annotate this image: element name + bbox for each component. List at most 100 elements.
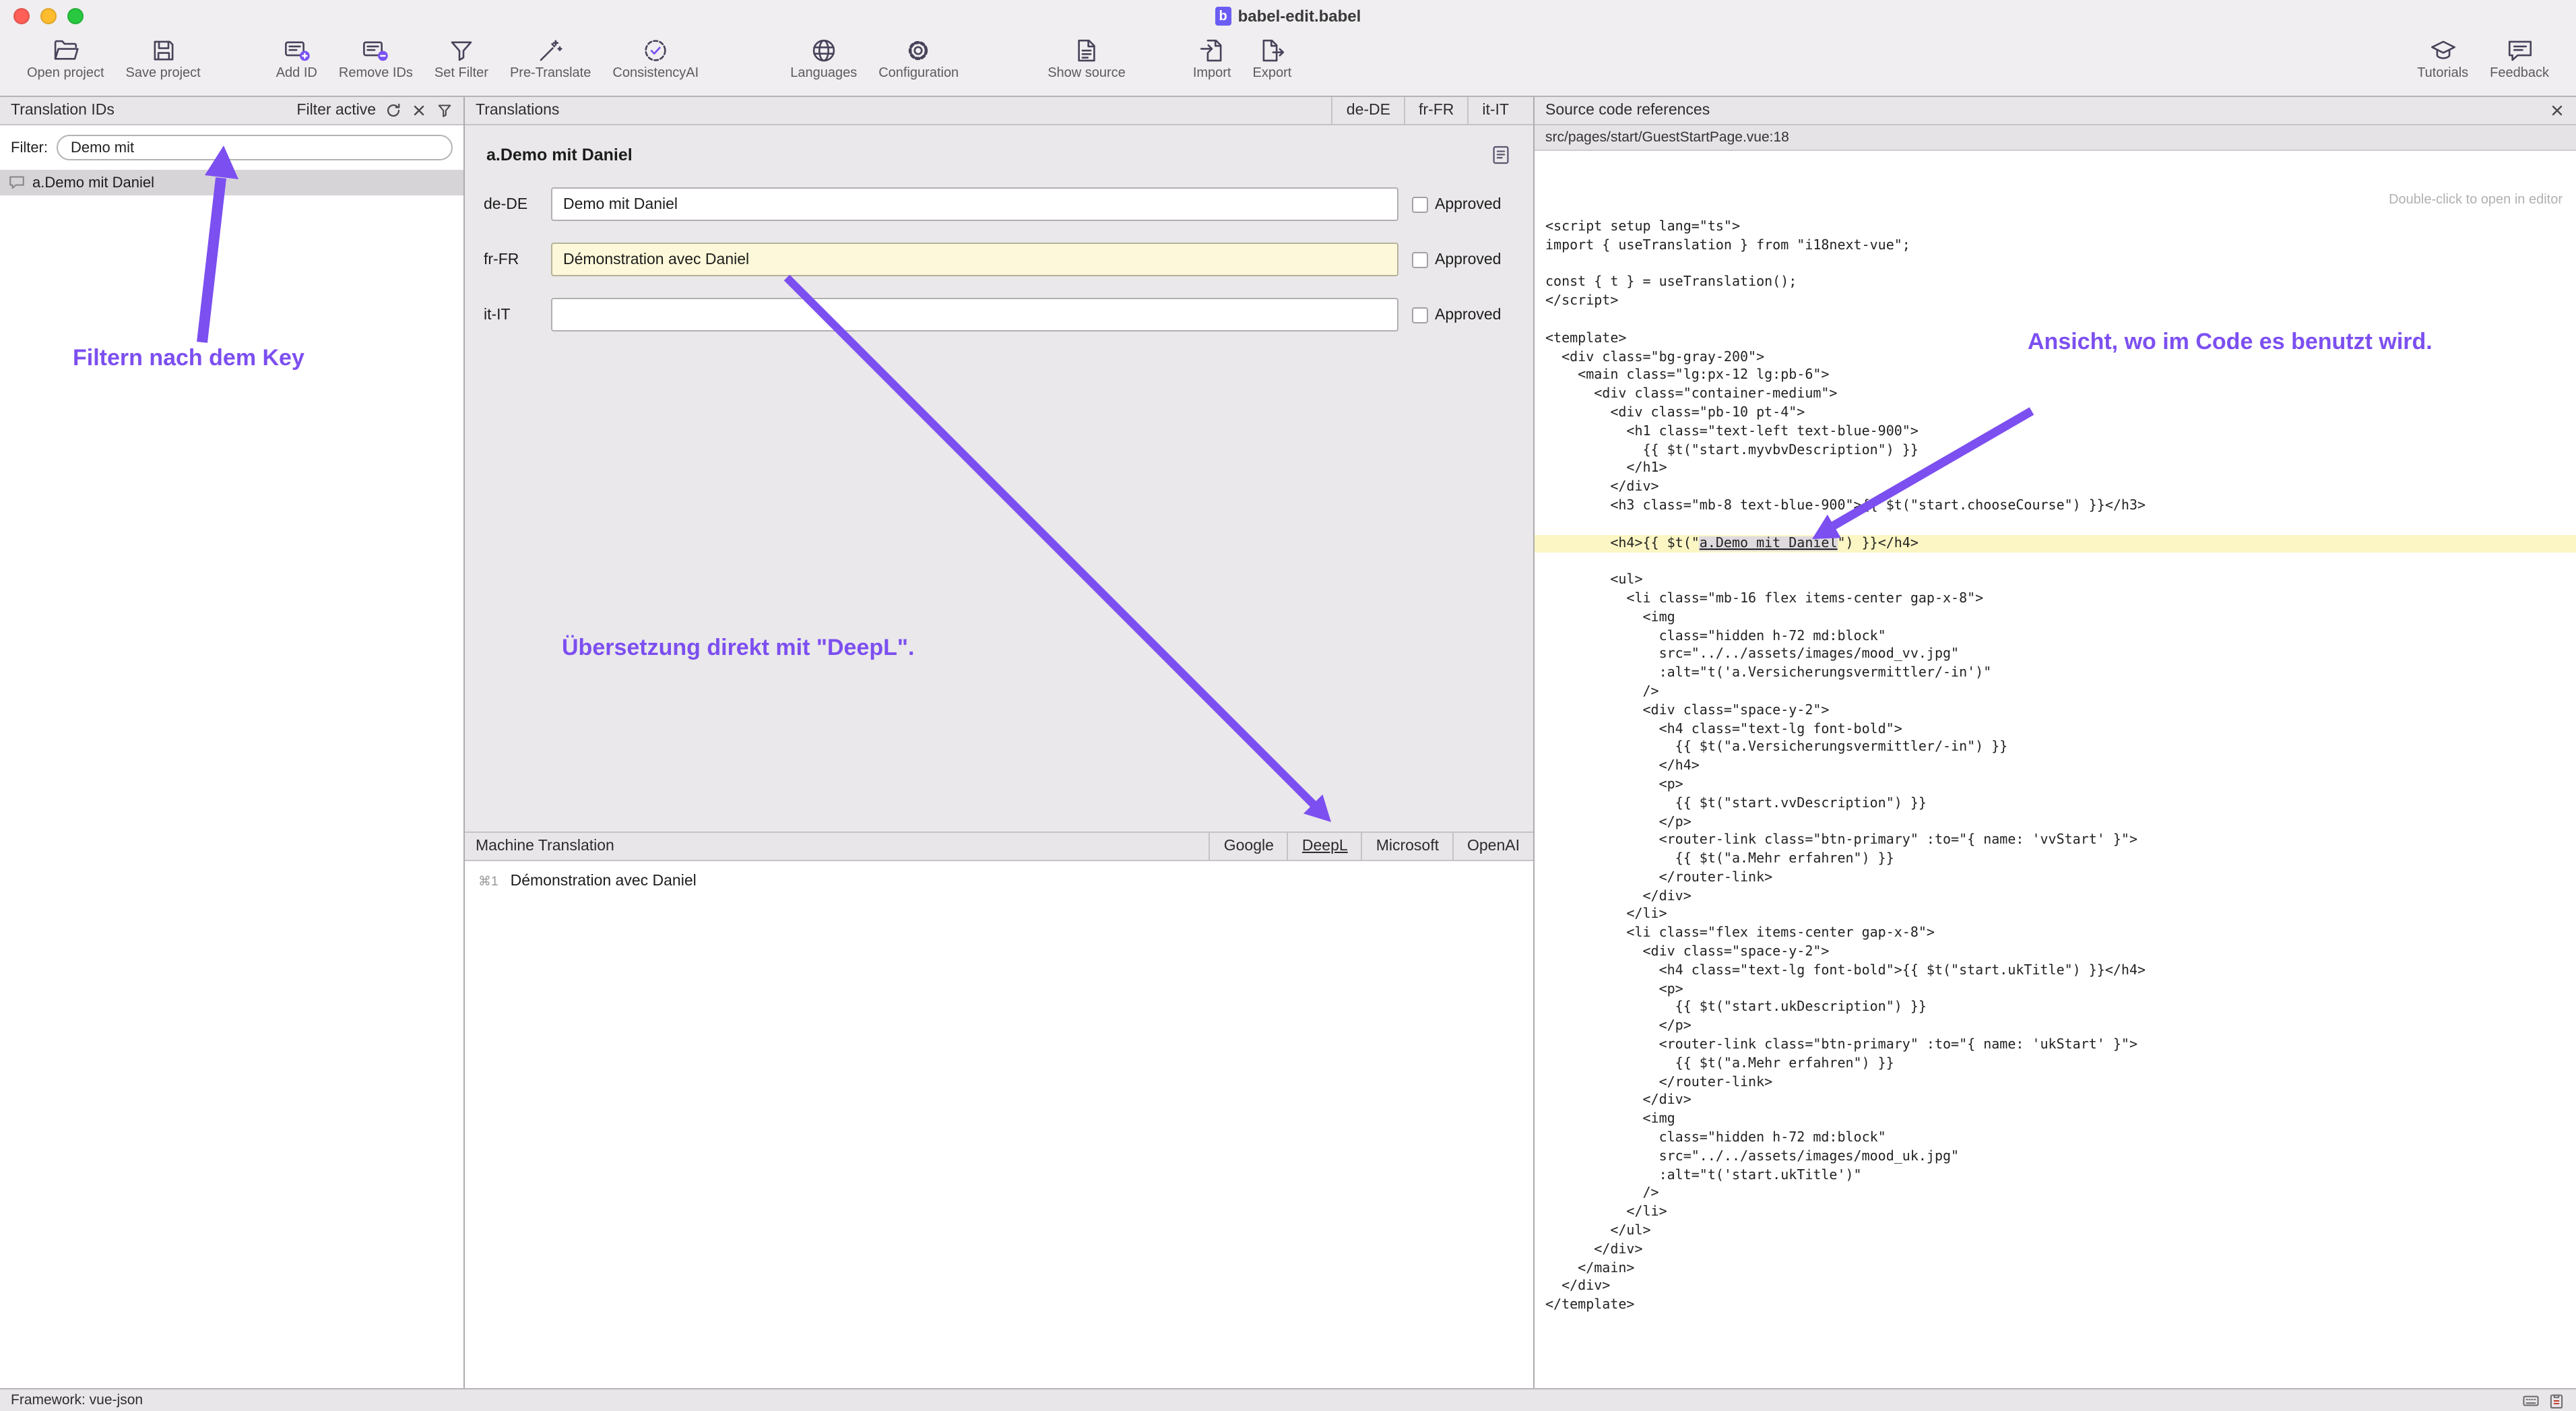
toolbar-button-show-source[interactable]: Show source [1037,36,1136,81]
machine-translation-result[interactable]: ⌘1 Démonstration avec Daniel [478,873,1520,889]
toolbar-label: Languages [790,66,857,81]
language-tabs: de-DEfr-FRit-IT [1332,97,1522,124]
code-line: </div> [1545,1241,2576,1260]
toolbar-button-open-project[interactable]: Open project [16,36,115,81]
translation-row-fr-FR: fr-FR Approved [484,243,1514,276]
toolbar-button-save-project[interactable]: Save project [115,36,212,81]
toolbar-label: Pre-Translate [510,66,591,81]
code-line: <h4 class="text-lg font-bold">{{ $t("sta… [1545,962,2576,981]
code-line: <template> [1545,330,2576,349]
filter-row: Filter: [0,125,463,170]
close-window-button[interactable] [13,8,30,24]
show-source-icon [1072,36,1101,65]
code-line: </li> [1545,1203,2576,1222]
toolbar-button-import[interactable]: Import [1182,36,1242,81]
provider-button-deepl[interactable]: DeepL [1287,833,1361,860]
app-window: b babel-edit.babel Open projectSave proj… [0,0,2576,1411]
approved-checkbox-it-IT[interactable]: Approved [1412,307,1514,323]
translations-title: Translations [476,102,559,119]
language-tab-it-IT[interactable]: it-IT [1467,97,1522,124]
provider-button-openai[interactable]: OpenAI [1452,833,1533,860]
translation-id-label: a.Demo mit Daniel [32,175,154,191]
comment-note-icon[interactable] [1490,144,1512,166]
translation-id-item[interactable]: a.Demo mit Daniel [0,170,463,195]
toolbar-button-pre-translate[interactable]: Pre-Translate [499,36,602,81]
provider-button-microsoft[interactable]: Microsoft [1361,833,1452,860]
code-line: <img [1545,1111,2576,1130]
toolbar-label: Open project [27,66,104,81]
code-line: <div class="space-y-2"> [1545,701,2576,720]
provider-button-google[interactable]: Google [1209,833,1287,860]
translation-id-list[interactable]: a.Demo mit Daniel [0,170,463,1388]
pre-translate-icon [536,36,565,65]
code-line: <div class="bg-gray-200"> [1545,348,2576,367]
translation-input-de-DE[interactable] [551,187,1398,221]
toolbar-button-add-id[interactable]: Add ID [265,36,328,81]
filter-funnel-icon[interactable] [437,102,453,119]
code-line: {{ $t("start.myvbvDescription") }} [1545,441,2576,460]
code-line: </main> [1545,1259,2576,1278]
source-code-listing[interactable]: <script setup lang="ts">import { useTran… [1535,213,2576,1388]
code-line: <h4 class="text-lg font-bold"> [1545,720,2576,739]
code-line: </p> [1545,813,2576,832]
code-line: <h3 class="mb-8 text-blue-900">{{ $t("st… [1545,497,2576,516]
highlighted-translation-key[interactable]: a.Demo mit Daniel [1700,536,1838,551]
status-bar: Framework: vue-json [0,1388,2576,1411]
code-line: </div> [1545,478,2576,497]
code-line: <p> [1545,980,2576,999]
language-tab-fr-FR[interactable]: fr-FR [1404,97,1467,124]
toolbar-label: Add ID [276,66,317,81]
code-line: {{ $t("start.ukDescription") }} [1545,999,2576,1018]
toolbar-button-tutorials[interactable]: Tutorials [2406,36,2479,81]
zoom-window-button[interactable] [67,8,84,24]
code-line: <div class="space-y-2"> [1545,943,2576,962]
languages-icon [810,36,838,65]
toolbar-label: Remove IDs [339,66,413,81]
app-document-icon: b [1215,7,1231,26]
status-clipboard-icon[interactable] [2548,1391,2565,1409]
code-line: <script setup lang="ts"> [1545,218,2576,237]
translations-header: Translations de-DEfr-FRit-IT [465,97,1533,125]
code-line: import { useTranslation } from "i18next-… [1545,237,2576,256]
remove-ids-icon [362,36,390,65]
status-keyboard-icon[interactable] [2522,1391,2540,1409]
minimize-window-button[interactable] [40,8,57,24]
export-icon [1258,36,1286,65]
code-line: </h1> [1545,460,2576,479]
code-line: <p> [1545,776,2576,795]
toolbar-button-export[interactable]: Export [1242,36,1303,81]
language-label: it-IT [484,307,538,323]
code-line: /> [1545,683,2576,702]
toolbar-button-configuration[interactable]: Configuration [868,36,969,81]
language-label: fr-FR [484,251,538,268]
refresh-icon[interactable] [385,102,401,119]
language-tab-de-DE[interactable]: de-DE [1332,97,1404,124]
toolbar-button-set-filter[interactable]: Set Filter [424,36,499,81]
translations-panel: Translations de-DEfr-FRit-IT a.Demo mit … [465,97,1535,1388]
clear-filter-icon[interactable] [411,102,427,119]
code-line: <img [1545,608,2576,627]
toolbar-button-feedback[interactable]: Feedback [2479,36,2560,81]
approved-checkbox-fr-FR[interactable]: Approved [1412,251,1514,268]
translation-input-fr-FR[interactable] [551,243,1398,276]
toolbar-button-consistencyai[interactable]: ConsistencyAI [602,36,709,81]
toolbar-label: Save project [126,66,201,81]
toolbar-label: Feedback [2490,66,2549,81]
feedback-icon [2505,36,2534,65]
source-file-reference[interactable]: src/pages/start/GuestStartPage.vue:18 [1535,125,2576,151]
filter-input[interactable] [56,135,453,160]
code-line: /> [1545,1185,2576,1204]
code-line: {{ $t("start.vvDescription") }} [1545,794,2576,813]
translation-input-it-IT[interactable] [551,298,1398,332]
approved-checkbox-de-DE[interactable]: Approved [1412,196,1514,212]
machine-translation-text: Démonstration avec Daniel [511,873,697,889]
toolbar-button-languages[interactable]: Languages [779,36,868,81]
toolbar-label: Set Filter [434,66,488,81]
code-line: </router-link> [1545,1073,2576,1092]
approved-label: Approved [1435,307,1501,323]
toolbar-button-remove-ids[interactable]: Remove IDs [328,36,424,81]
close-panel-icon[interactable] [2549,102,2565,119]
consistency-ai-icon [641,36,670,65]
code-line: <router-link class="btn-primary" :to="{ … [1545,832,2576,851]
approved-label: Approved [1435,196,1501,212]
